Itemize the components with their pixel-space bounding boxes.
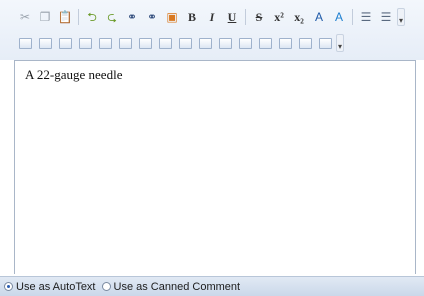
cell-props-icon-glyph bbox=[218, 37, 232, 49]
delete-row-icon-glyph bbox=[138, 37, 152, 49]
align-right-icon[interactable] bbox=[296, 34, 314, 52]
font-color-icon[interactable]: A bbox=[310, 8, 328, 26]
superscript-button[interactable]: x² bbox=[270, 8, 288, 26]
cut-icon[interactable]: ✂ bbox=[16, 8, 34, 26]
rich-text-editor[interactable]: A 22-gauge needle bbox=[14, 60, 416, 274]
underline-button[interactable]: U bbox=[223, 8, 241, 26]
redo-icon[interactable]: ⮎ bbox=[103, 8, 121, 26]
table-props-icon-glyph bbox=[38, 37, 52, 49]
split-cells-icon[interactable] bbox=[176, 34, 194, 52]
italic-button[interactable]: I bbox=[203, 8, 221, 26]
toolbar-area: ✂ ❐ 📋 ⮌ ⮎ ⚭ ⚭ ▣ B I U Sx² x₂ A A ☰ ☰ ▾ ▾ bbox=[0, 0, 424, 60]
canned-comment-radio[interactable] bbox=[101, 282, 111, 291]
table-border-icon[interactable] bbox=[236, 34, 254, 52]
formatting-toolbar-row-1: ✂ ❐ 📋 ⮌ ⮎ ⚭ ⚭ ▣ B I U Sx² x₂ A A ☰ ☰ ▾ bbox=[16, 6, 405, 28]
align-right-icon-glyph bbox=[298, 37, 312, 49]
split-cells-icon-glyph bbox=[178, 37, 192, 49]
align-left-icon-glyph bbox=[258, 37, 272, 49]
justify-icon[interactable] bbox=[316, 34, 334, 52]
table-toolbar-row-2: ▾ bbox=[16, 32, 344, 54]
highlight-color-icon[interactable]: A bbox=[330, 8, 348, 26]
table-insert-icon[interactable] bbox=[16, 34, 34, 52]
toolbar-overflow-button-2[interactable]: ▾ bbox=[336, 34, 344, 52]
subscript-button[interactable]: x₂ bbox=[290, 8, 308, 26]
table-props-icon[interactable] bbox=[36, 34, 54, 52]
autotext-radio[interactable] bbox=[4, 282, 13, 291]
row-below-icon-glyph bbox=[78, 37, 92, 49]
bulleted-list-icon[interactable]: ☰ bbox=[377, 8, 395, 26]
toolbar-separator bbox=[78, 9, 79, 25]
toolbar-separator bbox=[245, 9, 246, 25]
bold-button[interactable]: B bbox=[183, 8, 201, 26]
align-center-icon[interactable] bbox=[276, 34, 294, 52]
delete-row-icon[interactable] bbox=[136, 34, 154, 52]
table-insert-icon-glyph bbox=[18, 37, 32, 49]
col-left-icon-glyph bbox=[98, 37, 112, 49]
align-left-icon[interactable] bbox=[256, 34, 274, 52]
justify-icon-glyph bbox=[318, 37, 332, 49]
strikethrough-button[interactable]: S bbox=[250, 8, 268, 26]
paste-icon[interactable]: 📋 bbox=[56, 8, 74, 26]
toolbar-separator bbox=[352, 9, 353, 25]
delete-col-icon[interactable] bbox=[156, 34, 174, 52]
delete-col-icon-glyph bbox=[158, 37, 172, 49]
row-below-icon[interactable] bbox=[76, 34, 94, 52]
toolbar-overflow-button[interactable]: ▾ bbox=[397, 8, 405, 26]
col-left-icon[interactable] bbox=[96, 34, 114, 52]
insert-image-icon[interactable]: ▣ bbox=[163, 8, 181, 26]
row-above-icon-glyph bbox=[58, 37, 72, 49]
cell-props-icon[interactable] bbox=[216, 34, 234, 52]
undo-icon[interactable]: ⮌ bbox=[83, 8, 101, 26]
row-above-icon[interactable] bbox=[56, 34, 74, 52]
autotext-radio-label[interactable]: Use as AutoText bbox=[16, 281, 96, 293]
align-center-icon-glyph bbox=[278, 37, 292, 49]
table-border-icon-glyph bbox=[238, 37, 252, 49]
mode-radio-group: Use as AutoText Use as Canned Comment bbox=[0, 276, 424, 296]
merge-cells-icon-glyph bbox=[198, 37, 212, 49]
editor-content[interactable]: A 22-gauge needle bbox=[25, 67, 122, 83]
numbered-list-icon[interactable]: ☰ bbox=[357, 8, 375, 26]
link-icon[interactable]: ⚭ bbox=[123, 8, 141, 26]
col-right-icon[interactable] bbox=[116, 34, 134, 52]
merge-cells-icon[interactable] bbox=[196, 34, 214, 52]
copy-icon[interactable]: ❐ bbox=[36, 8, 54, 26]
canned-comment-radio-label[interactable]: Use as Canned Comment bbox=[114, 281, 241, 293]
col-right-icon-glyph bbox=[118, 37, 132, 49]
unlink-icon[interactable]: ⚭ bbox=[143, 8, 161, 26]
